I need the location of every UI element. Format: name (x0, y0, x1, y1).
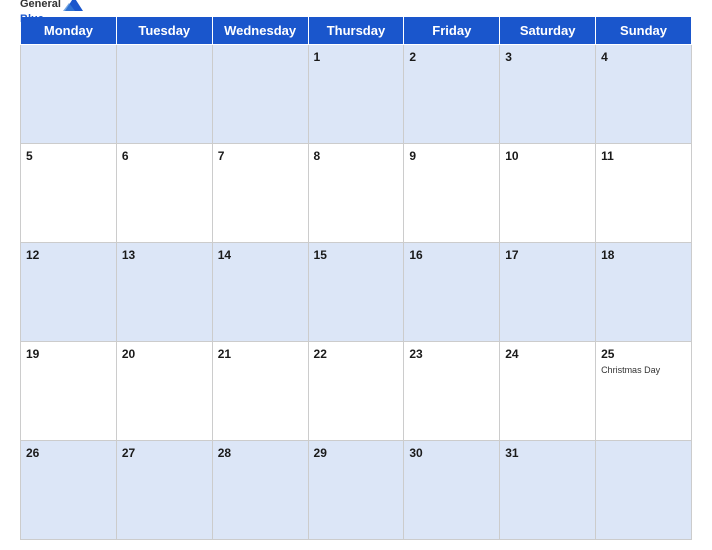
day-number: 1 (314, 50, 321, 64)
calendar-day-cell: 19 (21, 342, 117, 441)
calendar-day-cell: 15 (308, 243, 404, 342)
calendar-day-cell (116, 45, 212, 144)
holiday-label: Christmas Day (601, 365, 686, 376)
calendar-week-row: 26 27 28 29 30 31 (21, 441, 692, 540)
day-number: 10 (505, 149, 518, 163)
calendar-day-cell: 20 (116, 342, 212, 441)
calendar-day-cell (212, 45, 308, 144)
day-number: 11 (601, 149, 614, 163)
calendar-day-cell: 25 Christmas Day (596, 342, 692, 441)
calendar-table: MondayTuesdayWednesdayThursdayFridaySatu… (20, 16, 692, 540)
weekday-header: Thursday (308, 17, 404, 45)
calendar-week-row: 12 13 14 15 16 17 18 (21, 243, 692, 342)
calendar-day-cell: 12 (21, 243, 117, 342)
day-number: 24 (505, 347, 518, 361)
weekday-header: Wednesday (212, 17, 308, 45)
day-number: 31 (505, 446, 518, 460)
logo-general-text: General (20, 0, 61, 10)
weekday-header: Tuesday (116, 17, 212, 45)
calendar-day-cell: 1 (308, 45, 404, 144)
calendar-day-cell: 30 (404, 441, 500, 540)
calendar-day-cell: 31 (500, 441, 596, 540)
day-number: 7 (218, 149, 225, 163)
calendar-day-cell: 28 (212, 441, 308, 540)
day-number: 29 (314, 446, 327, 460)
calendar-day-cell: 6 (116, 144, 212, 243)
day-number: 4 (601, 50, 608, 64)
logo-blue-text: Blue (20, 13, 44, 25)
day-number: 19 (26, 347, 39, 361)
weekday-header: Friday (404, 17, 500, 45)
day-number: 14 (218, 248, 231, 262)
calendar-day-cell: 7 (212, 144, 308, 243)
calendar-day-cell: 26 (21, 441, 117, 540)
weekday-header: Saturday (500, 17, 596, 45)
day-number: 15 (314, 248, 327, 262)
day-number: 23 (409, 347, 422, 361)
calendar-week-row: 19 20 21 22 23 24 25 Christmas Day (21, 342, 692, 441)
calendar-day-cell: 21 (212, 342, 308, 441)
calendar-day-cell (21, 45, 117, 144)
calendar-day-cell: 22 (308, 342, 404, 441)
calendar-day-cell: 14 (212, 243, 308, 342)
day-number: 13 (122, 248, 135, 262)
calendar-day-cell: 2 (404, 45, 500, 144)
calendar-day-cell: 9 (404, 144, 500, 243)
calendar-day-cell: 11 (596, 144, 692, 243)
calendar-day-cell: 23 (404, 342, 500, 441)
day-number: 5 (26, 149, 33, 163)
calendar-day-cell: 16 (404, 243, 500, 342)
day-number: 30 (409, 446, 422, 460)
day-number: 27 (122, 446, 135, 460)
day-number: 8 (314, 149, 321, 163)
day-number: 20 (122, 347, 135, 361)
day-number: 21 (218, 347, 231, 361)
logo-mountain-icon (63, 0, 85, 13)
calendar-day-cell: 24 (500, 342, 596, 441)
day-number: 3 (505, 50, 512, 64)
calendar-day-cell (596, 441, 692, 540)
logo: General Blue (20, 0, 85, 26)
calendar-day-cell: 10 (500, 144, 596, 243)
calendar-day-cell: 18 (596, 243, 692, 342)
calendar-day-cell: 29 (308, 441, 404, 540)
day-number: 18 (601, 248, 614, 262)
calendar-day-cell: 13 (116, 243, 212, 342)
calendar-week-row: 1 2 3 4 (21, 45, 692, 144)
calendar-day-cell: 5 (21, 144, 117, 243)
day-number: 25 (601, 347, 614, 361)
calendar-day-cell: 17 (500, 243, 596, 342)
calendar-header-row: MondayTuesdayWednesdayThursdayFridaySatu… (21, 17, 692, 45)
day-number: 28 (218, 446, 231, 460)
calendar-day-cell: 4 (596, 45, 692, 144)
day-number: 2 (409, 50, 416, 64)
day-number: 22 (314, 347, 327, 361)
day-number: 26 (26, 446, 39, 460)
day-number: 9 (409, 149, 416, 163)
calendar-day-cell: 3 (500, 45, 596, 144)
calendar-day-cell: 27 (116, 441, 212, 540)
calendar-day-cell: 8 (308, 144, 404, 243)
calendar-week-row: 5 6 7 8 9 10 11 (21, 144, 692, 243)
day-number: 6 (122, 149, 129, 163)
day-number: 16 (409, 248, 422, 262)
day-number: 17 (505, 248, 518, 262)
day-number: 12 (26, 248, 39, 262)
weekday-header: Sunday (596, 17, 692, 45)
